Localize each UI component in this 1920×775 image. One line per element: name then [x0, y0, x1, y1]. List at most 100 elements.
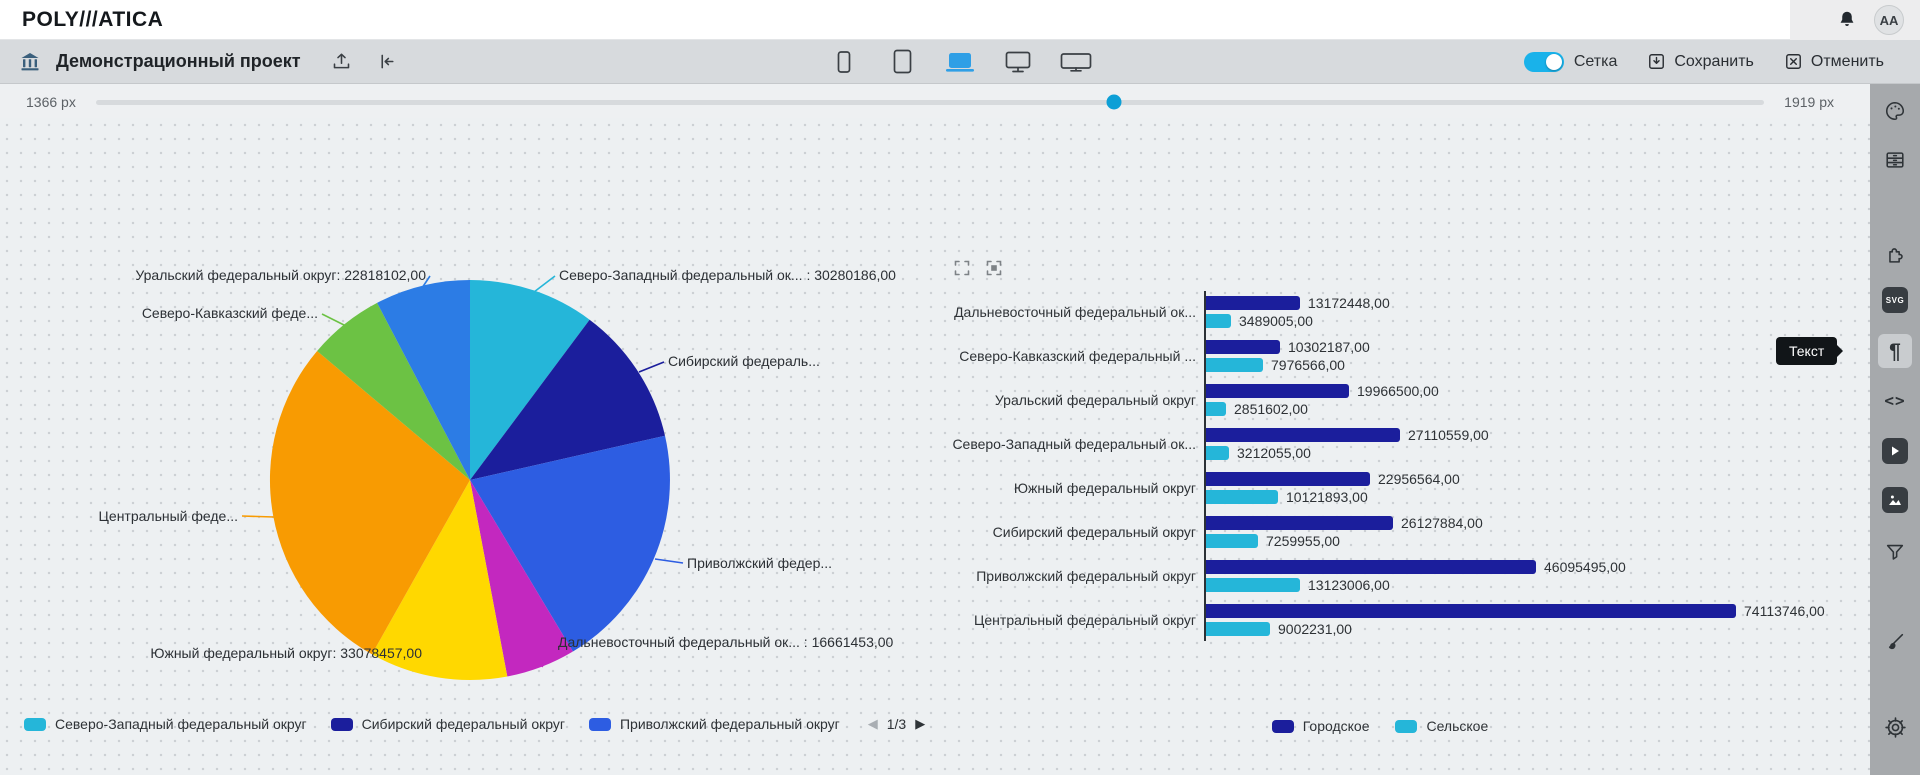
- width-slider-track[interactable]: [96, 100, 1764, 105]
- device-tablet-icon[interactable]: [884, 47, 920, 77]
- grid-toggle-label: Сетка: [1574, 53, 1618, 71]
- project-icon: [16, 48, 44, 76]
- image-icon[interactable]: [1878, 483, 1912, 517]
- bar-urban[interactable]: [1206, 340, 1280, 354]
- bar-urban[interactable]: [1206, 560, 1536, 574]
- legend-label: Городское: [1303, 718, 1370, 734]
- grid-toggle-switch[interactable]: [1524, 52, 1564, 72]
- legend-item[interactable]: Сельское: [1395, 718, 1488, 734]
- device-desktop-icon[interactable]: [1000, 47, 1036, 77]
- palette-icon[interactable]: [1878, 94, 1912, 128]
- pie-callout-label: Северо-Западный федеральный ок... : 3028…: [559, 267, 896, 283]
- user-avatar[interactable]: AA: [1874, 5, 1904, 35]
- selection-frame-filled-icon[interactable]: [984, 258, 1004, 278]
- legend-prev-page-icon[interactable]: ◀: [868, 716, 878, 732]
- pie-chart-widget[interactable]: Уральский федеральный округ: 22818102,00…: [70, 230, 950, 710]
- bar-urban[interactable]: [1206, 428, 1400, 442]
- bar-value-label: 9002231,00: [1278, 621, 1352, 637]
- bar-rural[interactable]: [1206, 490, 1278, 504]
- export-icon[interactable]: [329, 49, 355, 75]
- notifications-bell-icon[interactable]: [1836, 9, 1858, 31]
- pie-callout-label: Южный федеральный округ: 33078457,00: [150, 645, 422, 661]
- legend-swatch: [1272, 720, 1294, 733]
- bar-rural[interactable]: [1206, 358, 1263, 372]
- brush-icon[interactable]: [1878, 625, 1912, 659]
- legend-next-page-icon[interactable]: ▶: [915, 716, 925, 732]
- bar-rural[interactable]: [1206, 534, 1258, 548]
- pie-callout-line: [639, 362, 664, 372]
- text-tool-icon[interactable]: ¶: [1878, 334, 1912, 368]
- legend-item[interactable]: Приволжский федеральный округ: [589, 716, 840, 732]
- filter-icon[interactable]: [1878, 535, 1912, 569]
- selection-frame-icon[interactable]: [952, 258, 972, 278]
- video-icon[interactable]: [1878, 434, 1912, 468]
- bar-value-label: 22956564,00: [1378, 471, 1460, 487]
- legend-item[interactable]: Северо-Западный федеральный округ: [24, 716, 307, 732]
- widgets-drawer-icon[interactable]: [1878, 143, 1912, 177]
- settings-gear-icon[interactable]: [1878, 710, 1912, 744]
- bar-category-row: Уральский федеральный округ19966500,0028…: [952, 384, 1852, 416]
- bar-value-label: 74113746,00: [1744, 603, 1825, 619]
- svg-image-icon[interactable]: SVG: [1878, 283, 1912, 317]
- bar-value-label: 3489005,00: [1239, 313, 1313, 329]
- legend-item[interactable]: Городское: [1272, 718, 1370, 734]
- app-logo: POLY///ATICA: [22, 8, 163, 32]
- widget-sidebar: SVG ¶ <>: [1870, 84, 1920, 775]
- legend-swatch: [589, 718, 611, 731]
- bar-urban[interactable]: [1206, 296, 1300, 310]
- pie-chart-legend: Северо-Западный федеральный округ Сибирск…: [24, 716, 925, 732]
- legend-swatch: [331, 718, 353, 731]
- width-slider-handle[interactable]: [1106, 95, 1121, 110]
- legend-pager: ◀1/3▶: [868, 716, 925, 732]
- device-laptop-icon[interactable]: [942, 47, 978, 77]
- pie-callout-label: Сибирский федераль...: [668, 353, 820, 369]
- pie-callout-label: Приволжский федер...: [687, 555, 832, 571]
- device-widescreen-icon[interactable]: [1058, 47, 1094, 77]
- collapse-panel-icon[interactable]: [375, 49, 401, 75]
- canvas-width-slider-row: 1366 px 1919 px: [0, 86, 1860, 118]
- topbar-right-panel: AA: [1790, 0, 1920, 40]
- bar-rural[interactable]: [1206, 622, 1270, 636]
- save-button[interactable]: Сохранить: [1647, 52, 1754, 71]
- bar-category-label: Центральный федеральный округ: [952, 612, 1196, 628]
- pie-callout-line: [322, 314, 346, 326]
- legend-item[interactable]: Сибирский федеральный округ: [331, 716, 565, 732]
- legend-swatch: [1395, 720, 1417, 733]
- pie-callout-label: Северо-Кавказский феде...: [142, 305, 318, 321]
- bar-category-label: Северо-Западный федеральный ок...: [952, 436, 1196, 452]
- plugin-puzzle-icon[interactable]: [1878, 238, 1912, 272]
- save-button-label: Сохранить: [1674, 53, 1754, 71]
- bar-urban[interactable]: [1206, 384, 1349, 398]
- pie-callout-label: Уральский федеральный округ: 22818102,00: [135, 267, 426, 283]
- bar-value-label: 7259955,00: [1266, 533, 1340, 549]
- project-title: Демонстрационный проект: [56, 51, 301, 72]
- bar-category-label: Дальневосточный федеральный ок...: [952, 304, 1196, 320]
- bar-category-row: Северо-Кавказский федеральный ...1030218…: [952, 340, 1852, 372]
- legend-label: Сибирский федеральный округ: [362, 716, 565, 732]
- bar-category-row: Сибирский федеральный округ26127884,0072…: [952, 516, 1852, 548]
- bar-category-label: Уральский федеральный округ: [952, 392, 1196, 408]
- pie-callout-line: [534, 276, 555, 292]
- bar-chart-widget[interactable]: Дальневосточный федеральный ок...1317244…: [952, 258, 1852, 734]
- bar-category-label: Приволжский федеральный округ: [952, 568, 1196, 584]
- bar-rural[interactable]: [1206, 314, 1231, 328]
- bar-rural[interactable]: [1206, 578, 1300, 592]
- text-tool-tooltip: Текст: [1776, 337, 1837, 365]
- dashboard-canvas[interactable]: Уральский федеральный округ: 22818102,00…: [0, 118, 1870, 775]
- bar-category-row: Центральный федеральный округ 74113746,00…: [952, 604, 1852, 636]
- top-bar: POLY///ATICA AA: [0, 0, 1920, 40]
- legend-label: Приволжский федеральный округ: [620, 716, 840, 732]
- bar-urban[interactable]: [1206, 516, 1393, 530]
- bar-rural[interactable]: [1206, 402, 1226, 416]
- grid-toggle[interactable]: Сетка: [1524, 52, 1618, 72]
- project-toolbar: Демонстрационный проект Сетка: [0, 40, 1920, 84]
- code-embed-icon[interactable]: <>: [1878, 383, 1912, 417]
- bar-rural[interactable]: [1206, 446, 1229, 460]
- cancel-button[interactable]: Отменить: [1784, 52, 1884, 71]
- cancel-icon: [1784, 52, 1803, 71]
- bar-value-label: 19966500,00: [1357, 383, 1439, 399]
- bar-category-row: Дальневосточный федеральный ок...1317244…: [952, 296, 1852, 328]
- device-phone-icon[interactable]: [826, 47, 862, 77]
- bar-urban[interactable]: [1206, 472, 1370, 486]
- bar-urban[interactable]: [1206, 604, 1736, 618]
